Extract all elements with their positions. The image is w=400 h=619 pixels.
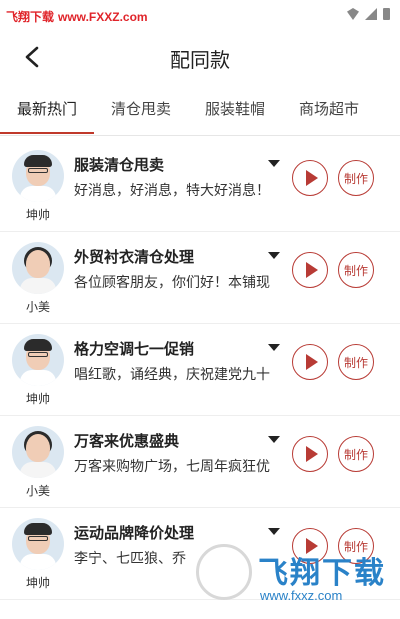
category-tabs: 最新热门 清仓甩卖 服装鞋帽 商场超市 手 bbox=[0, 92, 400, 136]
play-button[interactable] bbox=[292, 436, 328, 472]
make-button[interactable]: 制作 bbox=[338, 160, 374, 196]
avatar bbox=[12, 518, 64, 570]
tab-clothing-shoes[interactable]: 服装鞋帽 bbox=[188, 92, 282, 136]
caret-down-icon[interactable] bbox=[268, 436, 280, 443]
list-item[interactable]: 坤帅 服装清仓甩卖 好消息，好消息，特大好消息！ 制作 bbox=[0, 140, 400, 232]
signal-icon bbox=[365, 8, 377, 20]
watermark-top-name: 飞翔下载 bbox=[6, 10, 55, 24]
item-title: 格力空调七一促销 bbox=[74, 340, 195, 358]
avatar bbox=[12, 426, 64, 478]
item-desc: 万客来购物广场，七周年疯狂优 bbox=[74, 459, 270, 475]
make-button[interactable]: 制作 bbox=[338, 252, 374, 288]
list-item[interactable]: 小美 外贸衬衣清仓处理 各位顾客朋友，你们好！本铺现 制作 bbox=[0, 232, 400, 324]
template-list: 坤帅 服装清仓甩卖 好消息，好消息，特大好消息！ 制作 小美 外贸衬衣清仓处理 … bbox=[0, 140, 400, 600]
play-icon bbox=[305, 354, 318, 370]
watermark-top-url: www.FXXZ.com bbox=[58, 10, 148, 24]
status-icons bbox=[347, 8, 390, 20]
battery-icon bbox=[383, 8, 390, 20]
tab-latest-hot[interactable]: 最新热门 bbox=[0, 92, 94, 136]
list-item[interactable]: 坤帅 运动品牌降价处理 李宁、七匹狼、乔 制作 bbox=[0, 508, 400, 600]
play-icon bbox=[305, 446, 318, 462]
tab-divider bbox=[0, 135, 400, 136]
item-desc: 唱红歌，诵经典，庆祝建党九十 bbox=[74, 367, 270, 383]
play-button[interactable] bbox=[292, 252, 328, 288]
play-icon bbox=[305, 262, 318, 278]
page-title: 配同款 bbox=[170, 48, 230, 72]
make-button[interactable]: 制作 bbox=[338, 344, 374, 380]
watermark-top: 飞翔下载 www.FXXZ.com bbox=[6, 8, 148, 25]
play-icon bbox=[305, 538, 318, 554]
tab-mall-supermarket[interactable]: 商场超市 bbox=[282, 92, 376, 136]
voice-name: 坤帅 bbox=[25, 576, 50, 590]
item-title: 运动品牌降价处理 bbox=[74, 524, 195, 542]
play-button[interactable] bbox=[292, 344, 328, 380]
list-item[interactable]: 小美 万客来优惠盛典 万客来购物广场，七周年疯狂优 制作 bbox=[0, 416, 400, 508]
item-title: 服装清仓甩卖 bbox=[74, 156, 165, 174]
item-desc: 好消息，好消息，特大好消息！ bbox=[74, 183, 270, 199]
item-desc: 各位顾客朋友，你们好！本铺现 bbox=[74, 275, 270, 291]
voice-name: 坤帅 bbox=[25, 392, 50, 406]
avatar bbox=[12, 242, 64, 294]
list-item[interactable]: 坤帅 格力空调七一促销 唱红歌，诵经典，庆祝建党九十 制作 bbox=[0, 324, 400, 416]
make-button[interactable]: 制作 bbox=[338, 436, 374, 472]
play-icon bbox=[305, 170, 318, 186]
wifi-icon bbox=[347, 8, 359, 20]
voice-name: 小美 bbox=[25, 300, 50, 314]
item-desc: 李宁、七匹狼、乔 bbox=[74, 551, 186, 567]
voice-name: 小美 bbox=[25, 484, 50, 498]
caret-down-icon[interactable] bbox=[268, 344, 280, 351]
caret-down-icon[interactable] bbox=[268, 252, 280, 259]
status-bar: 飞翔下载 www.FXXZ.com bbox=[0, 0, 400, 34]
voice-name: 坤帅 bbox=[25, 208, 50, 222]
tab-clearance[interactable]: 清仓甩卖 bbox=[94, 92, 188, 136]
item-title: 外贸衬衣清仓处理 bbox=[74, 248, 195, 266]
make-button[interactable]: 制作 bbox=[338, 528, 374, 564]
avatar bbox=[12, 150, 64, 202]
avatar bbox=[12, 334, 64, 386]
item-title: 万客来优惠盛典 bbox=[74, 432, 180, 450]
play-button[interactable] bbox=[292, 160, 328, 196]
caret-down-icon[interactable] bbox=[268, 160, 280, 167]
app-header: 配同款 bbox=[0, 34, 400, 80]
play-button[interactable] bbox=[292, 528, 328, 564]
caret-down-icon[interactable] bbox=[268, 528, 280, 535]
tab-more-partial[interactable]: 手 bbox=[376, 92, 400, 136]
